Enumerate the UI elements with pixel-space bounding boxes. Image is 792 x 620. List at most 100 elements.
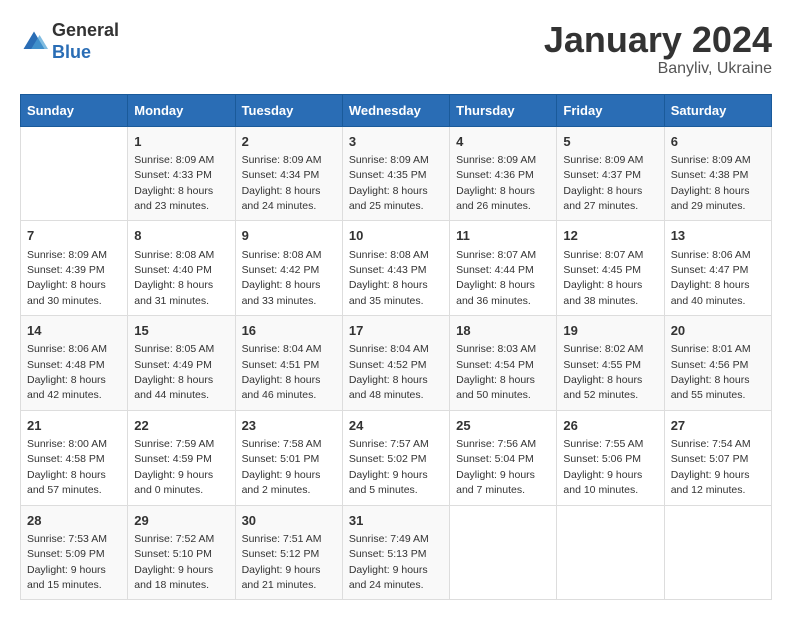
logo-blue: Blue — [52, 42, 119, 64]
day-number: 30 — [242, 512, 336, 530]
calendar-cell: 30Sunrise: 7:51 AM Sunset: 5:12 PM Dayli… — [235, 505, 342, 600]
day-info: Sunrise: 8:06 AM Sunset: 4:47 PM Dayligh… — [671, 249, 751, 307]
day-number: 5 — [563, 133, 657, 151]
day-number: 14 — [27, 322, 121, 340]
calendar-cell: 23 Sunrise: 7:58 AM Sunset: 5:01 PM Dayli… — [235, 410, 342, 505]
day-info: Sunrise: 8:04 AM Sunset: 4:51 PM Dayligh… — [242, 343, 322, 401]
calendar-cell: 20 Sunrise: 8:01 AM Sunset: 4:56 PM Dayli… — [664, 316, 771, 411]
page-header: General Blue January 2024 Banyliv, Ukrai… — [20, 20, 772, 78]
header-monday: Monday — [128, 94, 235, 126]
day-number: 27 — [671, 417, 765, 435]
day-number: 9 — [242, 227, 336, 245]
day-number: 20 — [671, 322, 765, 340]
day-info: Sunrise: 8:07 AM Sunset: 4:44 PM Dayligh… — [456, 249, 536, 307]
day-info: Sunrise: 8:08 AM Sunset: 4:42 PM Dayligh… — [242, 249, 322, 307]
header-saturday: Saturday — [664, 94, 771, 126]
calendar-cell: 28Sunrise: 7:53 AM Sunset: 5:09 PM Dayli… — [21, 505, 128, 600]
calendar-header-row: SundayMondayTuesdayWednesdayThursdayFrid… — [21, 94, 772, 126]
day-number: 3 — [349, 133, 443, 151]
day-info: Sunrise: 8:03 AM Sunset: 4:54 PM Dayligh… — [456, 343, 536, 401]
calendar-cell: 3 Sunrise: 8:09 AM Sunset: 4:35 PM Daylig… — [342, 126, 449, 221]
day-info: Sunrise: 8:09 AM Sunset: 4:33 PM Dayligh… — [134, 154, 214, 212]
day-number: 4 — [456, 133, 550, 151]
day-number: 25 — [456, 417, 550, 435]
day-info: Sunrise: 8:04 AM Sunset: 4:52 PM Dayligh… — [349, 343, 429, 401]
calendar-cell: 17 Sunrise: 8:04 AM Sunset: 4:52 PM Dayli… — [342, 316, 449, 411]
calendar-cell: 8Sunrise: 8:08 AM Sunset: 4:40 PM Daylig… — [128, 221, 235, 316]
location: Banyliv, Ukraine — [544, 60, 772, 78]
calendar-cell: 27Sunrise: 7:54 AM Sunset: 5:07 PM Dayli… — [664, 410, 771, 505]
day-info: Sunrise: 8:09 AM Sunset: 4:37 PM Dayligh… — [563, 154, 643, 212]
day-info: Sunrise: 8:09 AM Sunset: 4:36 PM Dayligh… — [456, 154, 536, 212]
day-number: 18 — [456, 322, 550, 340]
calendar-cell: 26Sunrise: 7:55 AM Sunset: 5:06 PM Dayli… — [557, 410, 664, 505]
day-number: 16 — [242, 322, 336, 340]
calendar-cell: 16 Sunrise: 8:04 AM Sunset: 4:51 PM Dayli… — [235, 316, 342, 411]
day-number: 22 — [134, 417, 228, 435]
day-number: 2 — [242, 133, 336, 151]
logo-general: General — [52, 20, 119, 42]
calendar-cell: 15 Sunrise: 8:05 AM Sunset: 4:49 PM Dayli… — [128, 316, 235, 411]
calendar-table: SundayMondayTuesdayWednesdayThursdayFrid… — [20, 94, 772, 601]
day-info: Sunrise: 8:07 AM Sunset: 4:45 PM Dayligh… — [563, 249, 643, 307]
calendar-cell: 18 Sunrise: 8:03 AM Sunset: 4:54 PM Dayli… — [450, 316, 557, 411]
day-info: Sunrise: 8:02 AM Sunset: 4:55 PM Dayligh… — [563, 343, 643, 401]
calendar-cell: 4 Sunrise: 8:09 AM Sunset: 4:36 PM Daylig… — [450, 126, 557, 221]
day-info: Sunrise: 7:52 AM Sunset: 5:10 PM Dayligh… — [134, 533, 214, 591]
calendar-cell: 14Sunrise: 8:06 AM Sunset: 4:48 PM Dayli… — [21, 316, 128, 411]
day-info: Sunrise: 8:00 AM Sunset: 4:58 PM Dayligh… — [27, 438, 107, 496]
day-number: 11 — [456, 227, 550, 245]
calendar-cell: 10 Sunrise: 8:08 AM Sunset: 4:43 PM Dayli… — [342, 221, 449, 316]
day-info: Sunrise: 7:58 AM Sunset: 5:01 PM Dayligh… — [242, 438, 322, 496]
day-number: 1 — [134, 133, 228, 151]
day-info: Sunrise: 8:01 AM Sunset: 4:56 PM Dayligh… — [671, 343, 751, 401]
calendar-cell: 13 Sunrise: 8:06 AM Sunset: 4:47 PM Dayli… — [664, 221, 771, 316]
day-number: 15 — [134, 322, 228, 340]
day-number: 13 — [671, 227, 765, 245]
day-info: Sunrise: 8:09 AM Sunset: 4:34 PM Dayligh… — [242, 154, 322, 212]
week-row-4: 21Sunrise: 8:00 AM Sunset: 4:58 PM Dayli… — [21, 410, 772, 505]
month-title: January 2024 — [544, 20, 772, 60]
day-info: Sunrise: 8:09 AM Sunset: 4:38 PM Dayligh… — [671, 154, 751, 212]
calendar-cell: 2 Sunrise: 8:09 AM Sunset: 4:34 PM Daylig… — [235, 126, 342, 221]
calendar-cell: 19Sunrise: 8:02 AM Sunset: 4:55 PM Dayli… — [557, 316, 664, 411]
day-number: 7 — [27, 227, 121, 245]
calendar-cell: 1 Sunrise: 8:09 AM Sunset: 4:33 PM Daylig… — [128, 126, 235, 221]
week-row-1: 1 Sunrise: 8:09 AM Sunset: 4:33 PM Daylig… — [21, 126, 772, 221]
day-number: 17 — [349, 322, 443, 340]
calendar-cell: 7 Sunrise: 8:09 AM Sunset: 4:39 PM Daylig… — [21, 221, 128, 316]
day-info: Sunrise: 8:09 AM Sunset: 4:39 PM Dayligh… — [27, 249, 107, 307]
week-row-3: 14Sunrise: 8:06 AM Sunset: 4:48 PM Dayli… — [21, 316, 772, 411]
calendar-cell — [557, 505, 664, 600]
header-tuesday: Tuesday — [235, 94, 342, 126]
header-thursday: Thursday — [450, 94, 557, 126]
day-number: 10 — [349, 227, 443, 245]
day-number: 31 — [349, 512, 443, 530]
logo-text: General Blue — [52, 20, 119, 63]
calendar-cell: 29 Sunrise: 7:52 AM Sunset: 5:10 PM Dayli… — [128, 505, 235, 600]
day-info: Sunrise: 8:08 AM Sunset: 4:43 PM Dayligh… — [349, 249, 429, 307]
calendar-cell: 6 Sunrise: 8:09 AM Sunset: 4:38 PM Daylig… — [664, 126, 771, 221]
logo: General Blue — [20, 20, 119, 63]
day-info: Sunrise: 8:05 AM Sunset: 4:49 PM Dayligh… — [134, 343, 214, 401]
calendar-cell: 21Sunrise: 8:00 AM Sunset: 4:58 PM Dayli… — [21, 410, 128, 505]
day-number: 29 — [134, 512, 228, 530]
day-info: Sunrise: 7:49 AM Sunset: 5:13 PM Dayligh… — [349, 533, 429, 591]
calendar-cell: 11 Sunrise: 8:07 AM Sunset: 4:44 PM Dayli… — [450, 221, 557, 316]
calendar-cell — [21, 126, 128, 221]
calendar-cell: 5 Sunrise: 8:09 AM Sunset: 4:37 PM Daylig… — [557, 126, 664, 221]
logo-icon — [20, 28, 48, 56]
day-info: Sunrise: 8:08 AM Sunset: 4:40 PM Dayligh… — [134, 249, 214, 307]
day-number: 23 — [242, 417, 336, 435]
header-friday: Friday — [557, 94, 664, 126]
week-row-5: 28Sunrise: 7:53 AM Sunset: 5:09 PM Dayli… — [21, 505, 772, 600]
day-info: Sunrise: 8:09 AM Sunset: 4:35 PM Dayligh… — [349, 154, 429, 212]
week-row-2: 7 Sunrise: 8:09 AM Sunset: 4:39 PM Daylig… — [21, 221, 772, 316]
calendar-cell: 25 Sunrise: 7:56 AM Sunset: 5:04 PM Dayli… — [450, 410, 557, 505]
day-info: Sunrise: 7:56 AM Sunset: 5:04 PM Dayligh… — [456, 438, 536, 496]
day-number: 6 — [671, 133, 765, 151]
header-wednesday: Wednesday — [342, 94, 449, 126]
day-info: Sunrise: 7:59 AM Sunset: 4:59 PM Dayligh… — [134, 438, 214, 496]
calendar-cell: 24Sunrise: 7:57 AM Sunset: 5:02 PM Dayli… — [342, 410, 449, 505]
header-sunday: Sunday — [21, 94, 128, 126]
